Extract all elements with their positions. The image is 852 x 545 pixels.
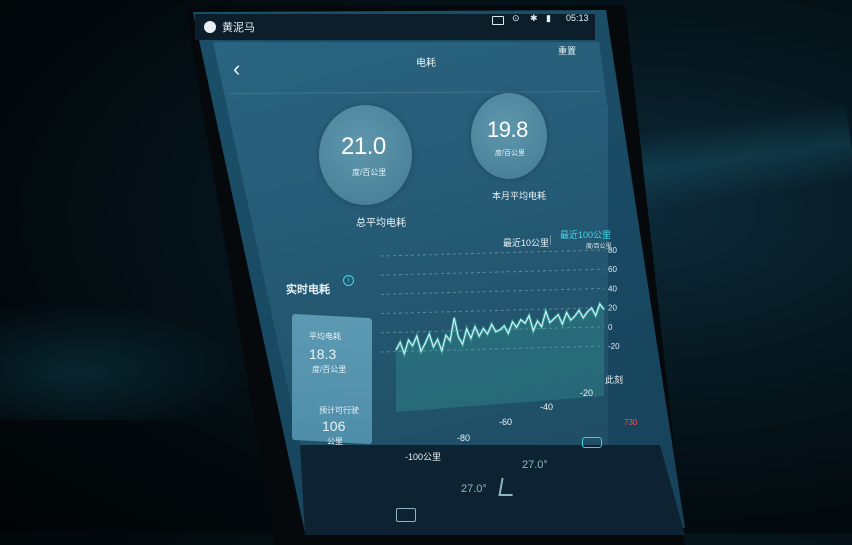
gridline	[380, 268, 605, 276]
y-tick-label: 60	[608, 265, 617, 274]
y-tick-label: 40	[608, 284, 617, 293]
car-mode-icon[interactable]	[582, 437, 602, 448]
y-tick-label: 0	[608, 323, 613, 332]
left-temp[interactable]: 27.0°	[461, 483, 487, 495]
defrost-icon[interactable]	[396, 508, 416, 522]
gridline	[380, 249, 605, 257]
x-tick-label: -40	[540, 402, 553, 412]
y-tick-label: -20	[608, 342, 620, 351]
x-tick-label: 此刻	[605, 374, 623, 385]
gridline	[380, 307, 605, 315]
x-tick-label: -60	[499, 417, 512, 427]
y-tick-label: 20	[608, 304, 617, 313]
right-temp[interactable]: 27.0°	[522, 459, 548, 471]
realtime-chart: 806040200-20度/百公里-100公里-80-60-40-20此刻	[380, 242, 623, 462]
car-range: 730	[624, 418, 638, 427]
gridline	[380, 287, 605, 295]
x-tick-label: -20	[580, 388, 593, 398]
x-tick-label: -100公里	[405, 452, 441, 462]
y-axis-label: 度/百公里	[586, 242, 612, 250]
x-tick-label: -80	[457, 433, 470, 443]
